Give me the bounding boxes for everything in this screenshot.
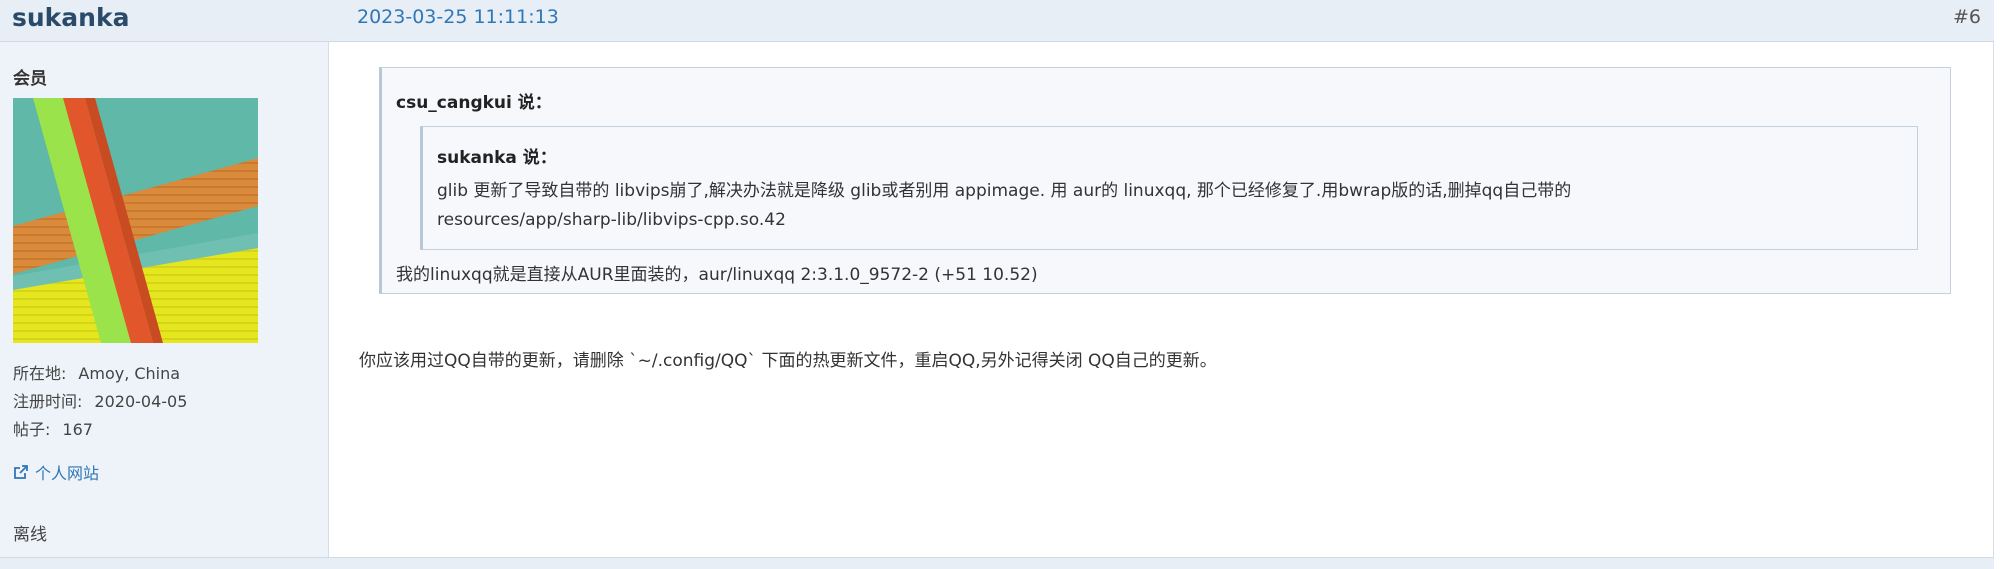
- forum-post: sukanka 2023-03-25 11:11:13 #6 会员 所在地: A…: [0, 0, 1994, 569]
- registered-label: 注册时间:: [13, 392, 83, 411]
- post-author[interactable]: sukanka: [12, 3, 129, 32]
- post-number-link[interactable]: #6: [1953, 6, 1981, 28]
- user-rank: 会员: [13, 69, 47, 89]
- registered-value: 2020-04-05: [94, 392, 188, 411]
- post-datetime-link[interactable]: 2023-03-25 11:11:13: [357, 6, 559, 28]
- user-location: 所在地: Amoy, China: [13, 360, 180, 384]
- inner-quote: sukanka 说： glib 更新了导致自带的 libvips崩了,解决办法就…: [420, 126, 1918, 250]
- posts-value: 167: [62, 420, 93, 439]
- user-registered: 注册时间: 2020-04-05: [13, 388, 187, 412]
- inner-quote-author: sukanka 说：: [437, 148, 557, 168]
- user-profile-sidebar: 会员 所在地: Amoy, China 注册时间: 2020-04-05 帖子:…: [0, 42, 329, 557]
- posts-label: 帖子:: [13, 420, 51, 439]
- location-label: 所在地:: [13, 364, 67, 383]
- post-header: sukanka 2023-03-25 11:11:13 #6: [0, 0, 1994, 42]
- user-post-count: 帖子: 167: [13, 416, 93, 440]
- location-value: Amoy, China: [78, 364, 181, 383]
- outer-quote-author: csu_cangkui 说：: [396, 93, 552, 113]
- striped-avatar-icon: [13, 98, 258, 343]
- inner-quote-line2: resources/app/sharp-lib/libvips-cpp.so.4…: [437, 210, 786, 230]
- online-status: 离线: [13, 525, 47, 545]
- post-footer: [0, 557, 1994, 569]
- external-link-icon: [14, 465, 28, 479]
- personal-website-link[interactable]: 个人网站: [13, 460, 99, 484]
- inner-quote-text: glib 更新了导致自带的 libvips崩了,解决办法就是降级 glib或者别…: [437, 177, 1897, 235]
- post-body: 你应该用过QQ自带的更新，请删除 `~/.config/QQ` 下面的热更新文件…: [359, 351, 1217, 371]
- website-label: 个人网站: [35, 464, 100, 483]
- outer-quote: csu_cangkui 说： sukanka 说： glib 更新了导致自带的 …: [379, 67, 1951, 294]
- inner-quote-line1: glib 更新了导致自带的 libvips崩了,解决办法就是降级 glib或者别…: [437, 181, 1572, 201]
- outer-quote-reply: 我的linuxqq就是直接从AUR里面装的，aur/linuxqq 2:3.1.…: [396, 265, 1038, 285]
- post-content: csu_cangkui 说： sukanka 说： glib 更新了导致自带的 …: [329, 42, 1994, 557]
- user-avatar[interactable]: [13, 98, 258, 343]
